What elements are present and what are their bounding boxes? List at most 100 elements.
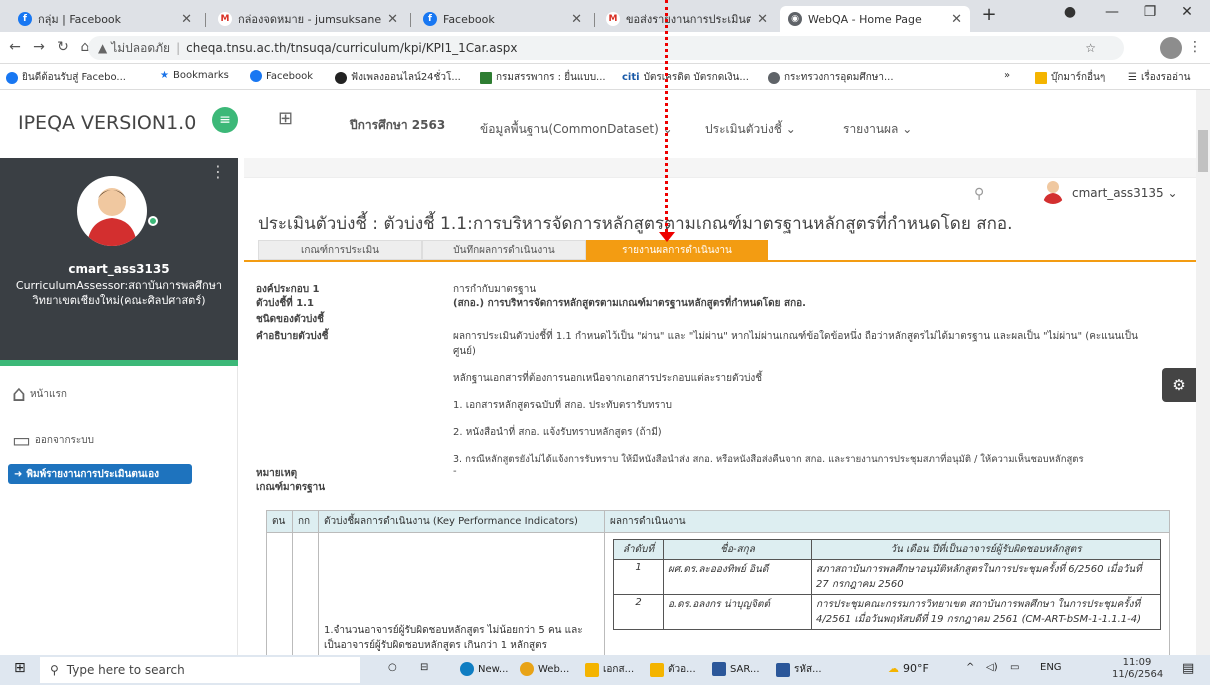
content-tabs: เกณฑ์การประเมิน บันทึกผลการดำเนินงาน ราย… — [258, 240, 768, 260]
taskbar-search-input[interactable]: ⚲ Type here to search — [40, 657, 360, 683]
tab-divider — [410, 13, 411, 27]
main-content: ⚲ cmart_ass3135 ⌄ ประเมินตัวบ่งชี้ : ตัว… — [238, 158, 1196, 655]
browser-tab-2[interactable]: M กล่องจดหมาย - jumsuksane ✕ — [210, 6, 406, 32]
sidebar-item-logout[interactable]: ▭ ออกจากระบบ — [12, 428, 94, 452]
taskbar-app-folder[interactable]: ตัวอ... — [650, 662, 696, 677]
facebook-icon — [6, 71, 18, 84]
web-page: IPEQA VERSION1.0 ≡ ⊞ ปีการศึกษา 2563 ข้อ… — [0, 90, 1210, 655]
taskbar-app-chrome[interactable]: Web... — [520, 662, 569, 676]
volume-icon[interactable]: ◁) — [986, 662, 998, 673]
hamburger-menu-icon[interactable]: ≡ — [212, 107, 238, 133]
col-header: ผลการดำเนินงาน — [604, 510, 1170, 533]
maximize-icon[interactable]: ❐ — [1135, 4, 1165, 20]
academic-year[interactable]: ปีการศึกษา 2563 — [350, 116, 445, 135]
browser-tab-3[interactable]: f Facebook ✕ — [415, 6, 590, 32]
bookmark-item[interactable]: ฟังเพลงออนไลน์24ชั่วโ... — [335, 70, 461, 85]
grid-icon[interactable]: ⊞ — [278, 108, 293, 129]
browser-tab-1[interactable]: f กลุ่ม | Facebook ✕ — [10, 6, 200, 32]
home-icon: ⌂ — [12, 382, 26, 407]
tray-chevron-icon[interactable]: ^ — [966, 662, 974, 673]
other-bookmarks[interactable]: บุ๊กมาร์กอื่นๆ — [1035, 70, 1105, 85]
scrollbar-thumb[interactable] — [1198, 130, 1208, 172]
star-icon[interactable]: ☆ — [1085, 41, 1096, 55]
user-menu[interactable]: cmart_ass3135 ⌄ — [1072, 186, 1178, 200]
close-window-icon[interactable]: ✕ — [1172, 4, 1202, 20]
chrome-profile-icon[interactable]: ● — [1055, 4, 1085, 20]
back-icon[interactable]: ← — [6, 39, 24, 55]
sidebar-item-home[interactable]: ⌂ หน้าแรก — [12, 382, 67, 407]
browser-tab-4[interactable]: M ขอส่งรายงานการประเมินตนเอง ✕ — [598, 6, 776, 32]
notification-icon[interactable]: ▤ — [1182, 661, 1194, 676]
new-tab-button[interactable]: + — [974, 4, 1004, 25]
inner-cell: สภาสถาบันการพลศึกษาอนุมัติหลักสูตรในการป… — [811, 559, 1161, 595]
kebab-icon[interactable]: ⋮ — [210, 162, 226, 181]
language-indicator[interactable]: ENG — [1040, 662, 1062, 673]
tab-report[interactable]: รายงานผลการดำเนินงาน — [586, 240, 768, 260]
taskbar-app-word[interactable]: รหัส... — [776, 662, 822, 677]
close-icon[interactable]: ✕ — [571, 12, 582, 27]
profile-accent-bar — [0, 360, 238, 366]
kpi-table: ตน กก ตัวบ่งชี้ผลการดำเนินงาน (Key Perfo… — [266, 510, 1170, 655]
app-brand[interactable]: IPEQA VERSION1.0 — [18, 112, 196, 134]
result-cell: ลำดับที่ ชื่อ-สกุล วัน เดือน ปีที่เป็นอา… — [604, 532, 1170, 655]
windows-start-icon[interactable]: ⊞ — [14, 660, 26, 676]
facebook-icon: f — [18, 12, 32, 26]
print-report-button[interactable]: ➜ พิมพ์รายงานการประเมินตนเอง — [8, 464, 192, 484]
nav-commondataset[interactable]: ข้อมูลพื้นฐาน(CommonDataset) ⌄ — [480, 120, 673, 139]
search-icon[interactable]: ⚲ — [974, 186, 984, 202]
facebook-icon: f — [423, 12, 437, 26]
bookmark-item[interactable]: ★ Bookmarks — [160, 70, 229, 81]
network-icon[interactable]: ▭ — [1010, 662, 1019, 673]
minimize-icon[interactable]: — — [1097, 4, 1127, 20]
reload-icon[interactable]: ↻ — [54, 39, 72, 55]
col-header: กก — [292, 510, 319, 533]
taskbar-app-word[interactable]: SAR... — [712, 662, 760, 676]
assessor-table: ลำดับที่ ชื่อ-สกุล วัน เดือน ปีที่เป็นอา… — [613, 539, 1161, 630]
bookmark-overflow[interactable]: » — [1004, 70, 1010, 81]
bookmark-item[interactable]: ยินดีต้อนรับสู่ Facebo... — [6, 70, 126, 85]
note-value: - — [453, 466, 457, 477]
bookmark-item[interactable]: กรมสรรพากร : ยื่นแบบ... — [480, 70, 606, 85]
clock-time: 11:09 — [1122, 657, 1152, 668]
cortana-icon[interactable]: ⊟ — [420, 662, 428, 673]
clock[interactable]: 11:09 11/6/2564 — [1112, 657, 1163, 681]
url-input[interactable]: ▲ ไม่ปลอดภัย | cheqa.tnsu.ac.th/tnsuqa/c… — [88, 36, 1124, 60]
tab-label: กล่องจดหมาย - jumsuksane — [238, 13, 382, 26]
bookmark-item[interactable]: กระทรวงการอุดมศึกษา... — [768, 70, 894, 85]
menu-kebab-icon[interactable]: ⋮ — [1186, 39, 1204, 55]
close-icon[interactable]: ✕ — [387, 12, 398, 27]
profile-avatar-icon[interactable] — [1160, 37, 1182, 59]
page-scrollbar[interactable] — [1196, 90, 1210, 655]
forward-icon[interactable]: → — [30, 39, 48, 55]
taskbar-app-folder[interactable]: เอกส... — [585, 662, 634, 677]
inner-cell: อ.ดร.อลงกร น่าบุญจิตต์ — [663, 594, 812, 630]
settings-gear-icon[interactable]: ⚙ — [1162, 368, 1196, 402]
weather-widget[interactable]: ☁ 90°F — [888, 662, 929, 675]
bookmark-item[interactable]: Facebook — [250, 70, 313, 82]
user-avatar-small[interactable] — [1040, 178, 1066, 204]
close-icon[interactable]: ✕ — [181, 12, 192, 27]
nav-report[interactable]: รายงานผล ⌄ — [843, 120, 912, 139]
task-view-icon[interactable]: ○ — [388, 662, 397, 673]
close-icon[interactable]: ✕ — [951, 12, 962, 27]
taskbar-app-edge[interactable]: New... — [460, 662, 508, 676]
security-label: ไม่ปลอดภัย — [111, 40, 171, 55]
nav-assess-indicator[interactable]: ประเมินตัวบ่งชี้ ⌄ — [705, 120, 796, 139]
browser-tab-5[interactable]: ◉ WebQA - Home Page ✕ — [780, 6, 970, 32]
browser-tab-strip: f กลุ่ม | Facebook ✕ M กล่องจดหมาย - jum… — [0, 0, 1210, 32]
soccer-icon — [335, 71, 347, 84]
inner-row: 1 ผศ.ดร.ละอองทิพย์ อินดี สภาสถาบันการพลศ… — [613, 559, 1161, 595]
inner-cell: 1 — [613, 559, 664, 595]
tab-criteria[interactable]: เกณฑ์การประเมิน — [258, 240, 422, 260]
close-icon[interactable]: ✕ — [757, 12, 768, 27]
bookmark-item[interactable]: citi บัตรเครดิต บัตรกดเงิน... — [622, 70, 749, 85]
description-label: คำอธิบายตัวบ่งชี้ — [256, 331, 329, 342]
warning-icon: ▲ — [98, 41, 108, 55]
tab-label: ขอส่งรายงานการประเมินตนเอง — [626, 13, 752, 26]
tab-record[interactable]: บันทึกผลการดำเนินงาน — [422, 240, 586, 260]
inner-header-row: ลำดับที่ ชื่อ-สกุล วัน เดือน ปีที่เป็นอา… — [613, 539, 1161, 560]
gmail-icon: M — [606, 12, 620, 26]
reading-list[interactable]: ☰ เรื่องรออ่าน — [1128, 70, 1190, 85]
profile-panel: ⋮ cmart_ass3135 CurriculumAssessor:สถาบั… — [0, 158, 238, 360]
gmail-icon: M — [218, 12, 232, 26]
